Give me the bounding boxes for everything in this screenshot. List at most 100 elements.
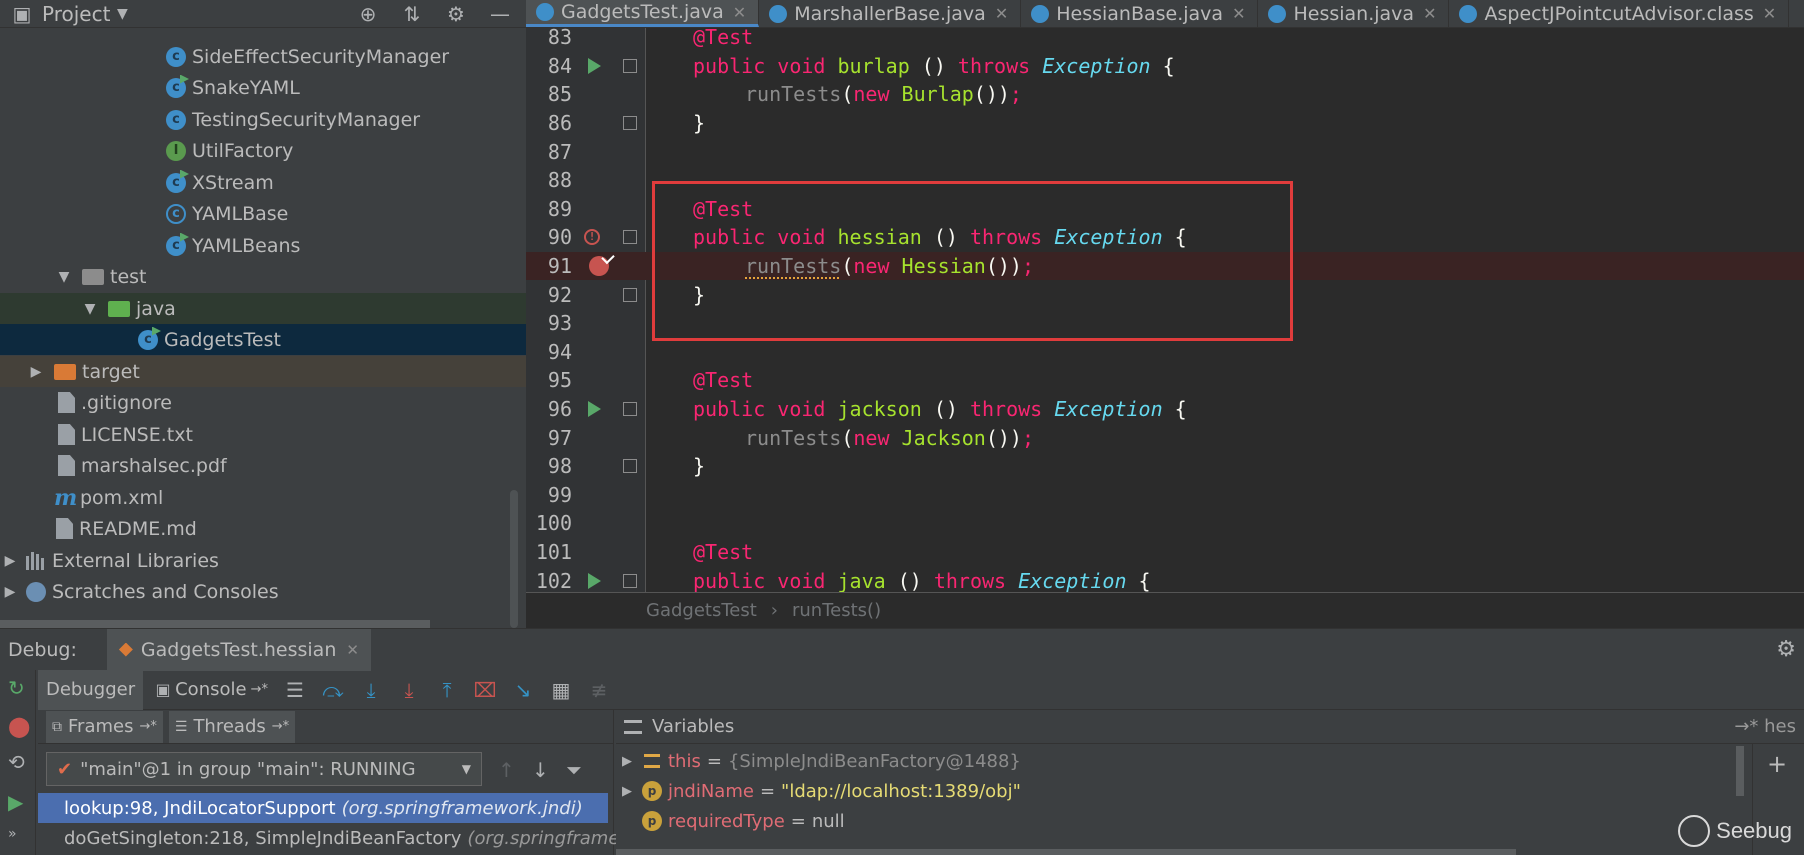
code-line[interactable]: 95 @Test: [526, 366, 1804, 395]
tree-item-gadgetstest[interactable]: c GadgetsTest: [0, 324, 526, 355]
gear-icon[interactable]: ⚙: [1776, 637, 1796, 662]
code-line[interactable]: 96 public void jackson () throws Excepti…: [526, 395, 1804, 424]
fold-icon[interactable]: [623, 116, 637, 131]
tree-item[interactable]: README.md: [0, 513, 526, 544]
variable-row[interactable]: ▶ this = {SimpleJndiBeanFactory@1488}: [616, 746, 1021, 776]
expand-triangle-icon[interactable]: ▼: [82, 301, 98, 317]
code-line[interactable]: 102 public void java () throws Exception…: [526, 566, 1804, 595]
close-icon[interactable]: ✕: [346, 641, 359, 659]
code-line[interactable]: 88: [526, 166, 1804, 195]
fold-icon[interactable]: [623, 58, 637, 73]
tree-item[interactable]: c SideEffectSecurityManager: [0, 41, 526, 72]
arrow-down-icon[interactable]: ↓: [532, 758, 549, 782]
code-line[interactable]: 92 }: [526, 280, 1804, 309]
expand-triangle-icon[interactable]: ▼: [56, 269, 72, 285]
tab-threads[interactable]: ☰ Threads →*: [168, 710, 296, 743]
code-line[interactable]: 84 public void burlap () throws Exceptio…: [526, 52, 1804, 81]
expand-triangle-icon[interactable]: ▶: [616, 754, 638, 769]
collapse-all-icon[interactable]: ⇅: [400, 2, 424, 26]
arrow-up-icon[interactable]: ↑: [498, 758, 515, 782]
code-line[interactable]: 97 runTests(new Jackson());: [526, 423, 1804, 452]
code-line[interactable]: 94: [526, 338, 1804, 367]
chevron-down-icon[interactable]: ▼: [110, 6, 134, 22]
view-breakpoints-icon[interactable]: ⬤: [8, 714, 30, 738]
run-test-icon[interactable]: [588, 572, 601, 589]
code-line[interactable]: 98 }: [526, 452, 1804, 481]
code-line-breakpoint[interactable]: 91 runTests(new Hessian());: [526, 251, 1804, 281]
fold-icon[interactable]: [623, 402, 637, 417]
tree-item[interactable]: .gitignore: [0, 387, 526, 418]
code-line[interactable]: 90 ! public void hessian () throws Excep…: [526, 223, 1804, 252]
close-icon[interactable]: ✕: [1423, 4, 1436, 23]
close-icon[interactable]: ✕: [1763, 4, 1776, 23]
tree-item[interactable]: c YAMLBase: [0, 198, 526, 229]
variable-row[interactable]: ▶ p jndiName = "ldap://localhost:1389/ob…: [616, 776, 1021, 806]
vertical-scrollbar[interactable]: [510, 490, 518, 628]
tab-debugger[interactable]: Debugger: [38, 669, 144, 710]
resume-icon[interactable]: ▶: [8, 790, 23, 814]
add-watch-icon[interactable]: +: [1767, 750, 1787, 778]
debug-session-tab[interactable]: GadgetsTest.hessian ✕: [106, 628, 371, 671]
thread-select[interactable]: ✔ "main"@1 in group "main": RUNNING ▼: [46, 752, 482, 786]
step-over-icon[interactable]: ⤼: [314, 678, 352, 702]
tree-item-target[interactable]: ▶ target: [0, 356, 526, 387]
frame-row[interactable]: lookup:98, JndiLocatorSupport (org.sprin…: [38, 793, 608, 823]
layout-icon[interactable]: ☰: [276, 678, 314, 702]
tab-frames[interactable]: ⧉ Frames →*: [46, 710, 163, 743]
step-out-icon[interactable]: ⤒: [428, 678, 466, 702]
code-line[interactable]: 99: [526, 481, 1804, 510]
tree-item[interactable]: c SnakeYAML: [0, 72, 526, 103]
tree-item[interactable]: LICENSE.txt: [0, 419, 526, 450]
collapsed-triangle-icon[interactable]: ▶: [28, 364, 44, 380]
frame-row[interactable]: doGetSingleton:218, SimpleJndiBeanFactor…: [38, 823, 634, 853]
evaluate-expression-icon[interactable]: ▦: [542, 678, 580, 702]
close-icon[interactable]: ✕: [733, 3, 746, 22]
fold-icon[interactable]: [623, 459, 637, 474]
restore-layout-icon[interactable]: ⟲: [8, 750, 25, 774]
tree-item[interactable]: marshalsec.pdf: [0, 450, 526, 481]
tree-item[interactable]: c TestingSecurityManager: [0, 104, 526, 135]
horizontal-scrollbar[interactable]: [616, 849, 1516, 855]
horizontal-scrollbar[interactable]: [0, 620, 430, 628]
fold-icon[interactable]: [623, 287, 637, 302]
tree-item-scratches[interactable]: ▶ Scratches and Consoles: [0, 576, 526, 607]
project-title[interactable]: Project: [42, 2, 110, 26]
tree-item-external-libraries[interactable]: ▶ External Libraries: [0, 545, 526, 576]
force-step-into-icon[interactable]: ⤓: [390, 678, 428, 702]
breakpoint-icon[interactable]: [589, 256, 609, 277]
expand-triangle-icon[interactable]: ▶: [616, 784, 638, 799]
fold-icon[interactable]: [623, 230, 637, 245]
collapsed-triangle-icon[interactable]: ▶: [2, 553, 18, 569]
vertical-scrollbar[interactable]: [1736, 746, 1744, 796]
run-test-icon[interactable]: [588, 57, 601, 74]
tab-console[interactable]: ▣ Console →*: [143, 670, 276, 710]
variable-row[interactable]: p requiredType = null: [616, 806, 845, 836]
tree-item[interactable]: c YAMLBeans: [0, 230, 526, 261]
gear-icon[interactable]: ⚙: [444, 2, 468, 26]
tree-item[interactable]: I UtilFactory: [0, 135, 526, 166]
breadcrumb-item[interactable]: runTests(): [792, 600, 881, 621]
code-line[interactable]: 100: [526, 509, 1804, 538]
close-icon[interactable]: ✕: [1232, 4, 1245, 23]
code-line[interactable]: 83 @Test: [526, 23, 1804, 52]
run-to-cursor-icon[interactable]: ↘: [504, 678, 542, 702]
tree-item-test[interactable]: ▼ test: [0, 261, 526, 292]
drop-frame-icon[interactable]: ⌧: [466, 678, 504, 702]
code-line[interactable]: 85 runTests(new Burlap());: [526, 80, 1804, 109]
breakpoint-warning-icon[interactable]: !: [584, 229, 600, 246]
code-line[interactable]: 89 @Test: [526, 195, 1804, 224]
tree-item[interactable]: c XStream: [0, 167, 526, 198]
breadcrumb-item[interactable]: GadgetsTest: [646, 600, 757, 621]
locate-icon[interactable]: ⊕: [356, 2, 380, 26]
tree-item[interactable]: m pom.xml: [0, 482, 526, 513]
code-line[interactable]: 86 }: [526, 109, 1804, 138]
collapsed-triangle-icon[interactable]: ▶: [2, 584, 18, 600]
minimize-icon[interactable]: —: [488, 2, 512, 26]
more-icon[interactable]: »: [8, 826, 17, 842]
tree-item-java[interactable]: ▼ java: [0, 293, 526, 324]
step-into-icon[interactable]: ⤓: [352, 678, 390, 702]
rerun-icon[interactable]: ↻: [8, 676, 25, 700]
code-line[interactable]: 87: [526, 137, 1804, 166]
code-line[interactable]: 93: [526, 309, 1804, 338]
fold-icon[interactable]: [623, 573, 637, 588]
